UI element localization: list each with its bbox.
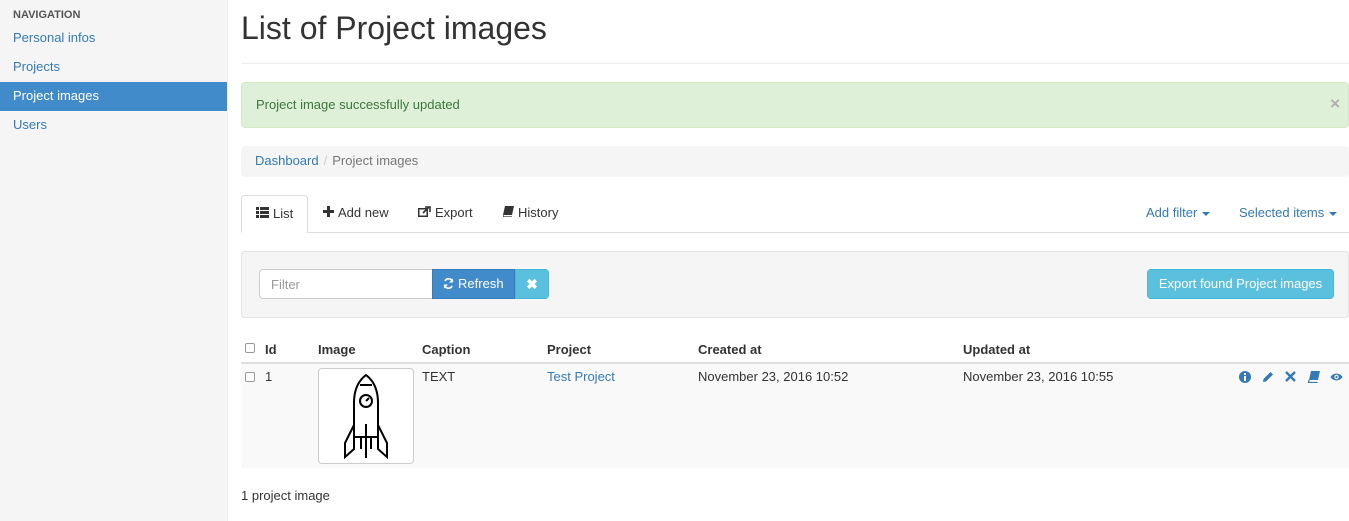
title-divider	[241, 63, 1349, 64]
eye-icon[interactable]	[1330, 370, 1343, 383]
column-header-updated-at[interactable]: Updated at	[963, 342, 1030, 357]
column-header-created-at[interactable]: Created at	[698, 342, 762, 357]
column-header-image[interactable]: Image	[318, 342, 356, 357]
clear-filter-button[interactable]: ✖	[515, 269, 549, 299]
tab-export[interactable]: Export	[404, 195, 487, 233]
sidebar-item-personal-infos[interactable]: Personal infos	[0, 24, 227, 53]
close-icon: ✖	[526, 276, 538, 292]
tab-add-new[interactable]: Add new	[309, 195, 403, 233]
select-all-checkbox[interactable]	[245, 343, 255, 353]
cell-id: 1	[265, 369, 273, 384]
tab-export-label: Export	[435, 205, 473, 220]
book-icon[interactable]	[1307, 370, 1320, 383]
sidebar: NAVIGATION Personal infos Projects Proje…	[0, 0, 228, 521]
sidebar-item-users[interactable]: Users	[0, 111, 227, 140]
nav-header: NAVIGATION	[13, 9, 81, 21]
page-title: List of Project images	[241, 10, 547, 46]
alert-message: Project image successfully updated	[256, 97, 460, 112]
add-filter-label: Add filter	[1146, 205, 1198, 220]
cell-caption: TEXT	[422, 369, 456, 384]
breadcrumb-separator: /	[323, 153, 328, 168]
refresh-icon	[443, 276, 458, 291]
delete-icon[interactable]	[1284, 370, 1297, 383]
chevron-down-icon	[1329, 211, 1338, 216]
tab-list[interactable]: List	[241, 195, 309, 233]
project-images-table: Id Image Caption Project Created at Upda…	[241, 336, 1349, 468]
selected-items-label: Selected items	[1239, 205, 1325, 220]
table-header: Id Image Caption Project Created at Upda…	[241, 336, 1349, 364]
column-header-project[interactable]: Project	[547, 342, 591, 357]
row-actions	[1238, 370, 1343, 383]
cell-updated-at: November 23, 2016 10:55	[963, 369, 1114, 384]
column-header-caption[interactable]: Caption	[422, 342, 470, 357]
breadcrumb-dashboard[interactable]: Dashboard	[255, 153, 319, 168]
tab-history-label: History	[518, 205, 559, 220]
info-icon[interactable]	[1238, 370, 1251, 383]
breadcrumb-current: Project images	[332, 153, 419, 168]
breadcrumb: Dashboard / Project images	[241, 146, 1349, 177]
sidebar-item-projects[interactable]: Projects	[0, 53, 227, 82]
pencil-icon[interactable]	[1261, 370, 1274, 383]
book-icon	[502, 195, 514, 231]
cell-project: Test Project	[547, 369, 615, 384]
list-icon	[256, 196, 269, 232]
add-filter-dropdown[interactable]: Add filter	[1146, 195, 1211, 233]
tab-list-label: List	[273, 206, 294, 221]
result-count: 1 project image	[241, 488, 330, 503]
selected-items-dropdown[interactable]: Selected items	[1239, 195, 1338, 233]
action-tabs: List Add new Export History Add filter S…	[241, 195, 1349, 233]
rocket-image[interactable]	[318, 368, 414, 464]
chevron-down-icon	[1202, 211, 1211, 216]
filter-panel: Refresh ✖ Export found Project images	[241, 251, 1349, 318]
column-header-id[interactable]: Id	[265, 342, 277, 357]
row-checkbox[interactable]	[245, 372, 255, 382]
table-row: 1 TEXT Test Project November 23, 2016 10…	[241, 364, 1349, 468]
cell-created-at: November 23, 2016 10:52	[698, 369, 849, 384]
project-link[interactable]: Test Project	[547, 369, 615, 384]
export-found-button[interactable]: Export found Project images	[1147, 269, 1334, 299]
share-icon	[418, 195, 431, 231]
close-icon[interactable]: ×	[1330, 94, 1340, 114]
refresh-label: Refresh	[458, 276, 504, 291]
success-alert: Project image successfully updated ×	[241, 82, 1349, 128]
plus-icon	[323, 195, 334, 231]
sidebar-item-project-images[interactable]: Project images	[0, 82, 227, 111]
tab-add-new-label: Add new	[338, 205, 389, 220]
filter-input[interactable]	[259, 269, 433, 299]
tab-history[interactable]: History	[489, 195, 572, 233]
refresh-button[interactable]: Refresh	[432, 269, 515, 299]
